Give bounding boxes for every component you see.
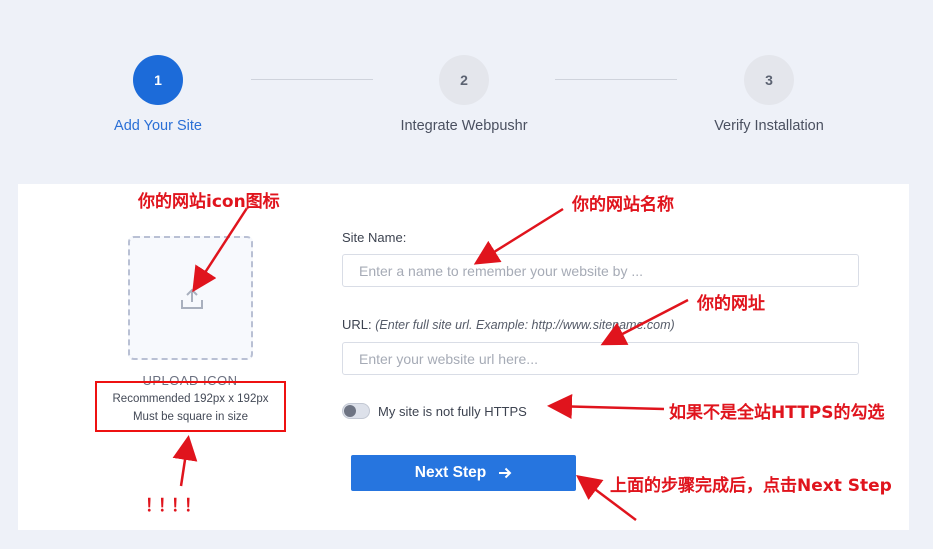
site-name-input[interactable]: [342, 254, 859, 287]
annotation-next-step: 上面的步骤完成后，点击Next Step: [610, 476, 892, 496]
arrow-right-icon: [499, 467, 512, 479]
annotation-icon: 你的网站icon图标: [138, 192, 280, 212]
https-toggle[interactable]: [342, 403, 370, 419]
site-name-label: Site Name:: [342, 230, 407, 245]
upload-hint-size: Recommended 192px x 192px: [112, 393, 269, 405]
url-label: URL:: [342, 317, 372, 332]
step-2-label[interactable]: Integrate Webpushr: [400, 118, 527, 134]
annotation-site-name: 你的网站名称: [572, 195, 674, 215]
annotation-url: 你的网址: [697, 294, 765, 314]
step-3-label[interactable]: Verify Installation: [714, 118, 824, 134]
upload-icon: [181, 288, 203, 309]
step-1-circle[interactable]: 1: [133, 55, 183, 105]
next-step-button[interactable]: Next Step: [351, 455, 576, 491]
icon-upload-dropzone[interactable]: [128, 236, 253, 360]
upload-hint-square: Must be square in size: [132, 411, 249, 423]
step-3-number: 3: [765, 72, 773, 88]
https-toggle-label[interactable]: My site is not fully HTTPS: [378, 404, 527, 419]
step-connector-1: [251, 79, 373, 80]
url-hint: (Enter full site url. Example: http://ww…: [375, 318, 675, 332]
toggle-knob: [344, 405, 356, 417]
next-step-label: Next Step: [414, 464, 487, 481]
step-1-number: 1: [154, 72, 162, 88]
annotation-exclaim: ！！！！: [145, 496, 201, 516]
hint-highlight-box: [95, 381, 286, 432]
step-2-number: 2: [460, 72, 468, 88]
url-input[interactable]: [342, 342, 859, 375]
url-label-row: URL: (Enter full site url. Example: http…: [342, 317, 675, 332]
step-1-label[interactable]: Add Your Site: [114, 118, 202, 134]
step-2-circle[interactable]: 2: [439, 55, 489, 105]
step-connector-2: [555, 79, 677, 80]
step-3-circle[interactable]: 3: [744, 55, 794, 105]
annotation-https: 如果不是全站HTTPS的勾选: [669, 403, 885, 423]
